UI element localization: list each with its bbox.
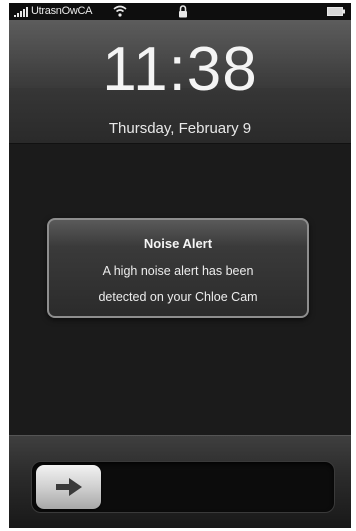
right-arrow-icon — [56, 478, 82, 496]
noise-alert-notification[interactable]: Noise Alert A high noise alert has been … — [47, 218, 309, 318]
wifi-icon — [113, 5, 127, 17]
status-bar: UtrasnOwCA — [9, 3, 351, 20]
clock-time: 11:38 — [102, 35, 258, 104]
carrier-name: UtrasnOwCA — [31, 5, 93, 17]
lock-screen: UtrasnOwCA 11:38 Thursday, February 9 No… — [9, 3, 351, 528]
alert-message-line-2: detected on your Chloe Cam — [98, 290, 258, 304]
battery-icon — [327, 7, 345, 16]
unlock-slider-knob[interactable] — [36, 465, 101, 509]
alert-message-line-1: A high noise alert has been — [102, 264, 254, 278]
unlock-panel — [9, 435, 351, 528]
unlock-slider-track[interactable] — [31, 461, 335, 513]
alert-title: Noise Alert — [143, 236, 213, 251]
clock-date: Thursday, February 9 — [108, 120, 252, 137]
lock-icon — [179, 5, 187, 18]
signal-bars-icon — [14, 7, 28, 17]
clock-panel: 11:38 Thursday, February 9 — [9, 20, 351, 144]
